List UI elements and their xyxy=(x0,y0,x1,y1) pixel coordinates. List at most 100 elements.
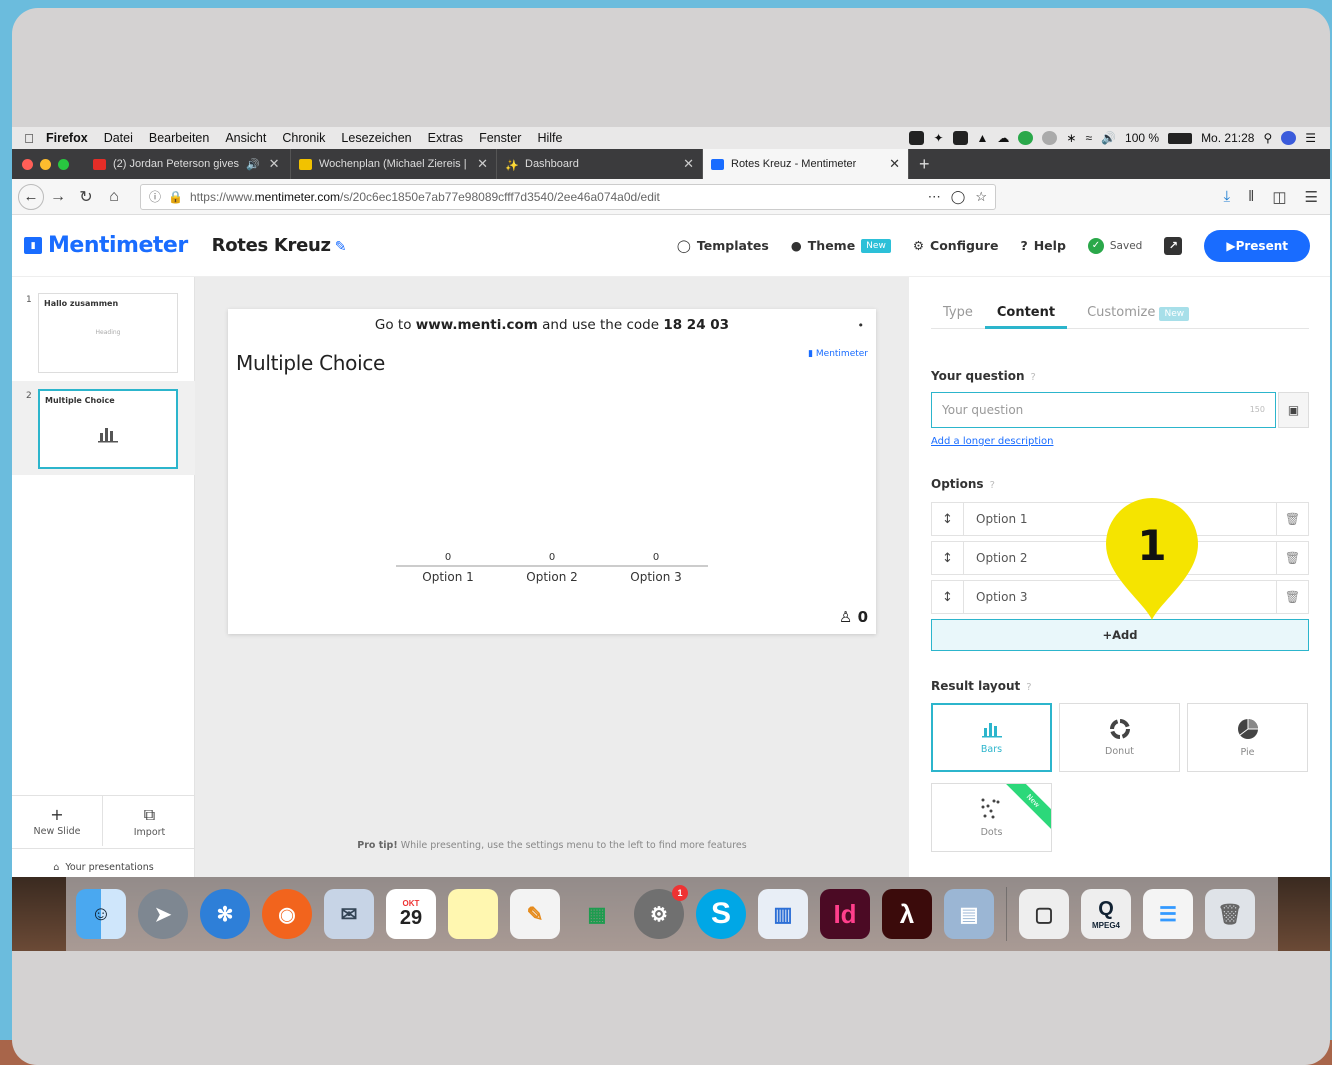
upload-icon[interactable]: ▲ xyxy=(977,131,989,145)
slide-item[interactable]: 1 Hallo zusammen Heading xyxy=(12,285,195,379)
slide-preview[interactable]: Go to www.menti.com and use the code 18 … xyxy=(228,309,876,634)
close-tab-icon[interactable]: ✕ xyxy=(683,156,694,172)
page-actions-icon[interactable]: ⋯ xyxy=(928,189,941,205)
close-tab-icon[interactable]: ✕ xyxy=(889,156,900,172)
downloads-stack-icon[interactable]: ☰ xyxy=(1143,889,1193,939)
trash-icon[interactable]: 🗑 xyxy=(1205,889,1255,939)
sync-status-icon[interactable] xyxy=(1042,131,1058,145)
tab-customize[interactable]: Customize New xyxy=(1075,299,1201,329)
add-image-button[interactable]: ▣ xyxy=(1278,392,1309,428)
acrobat-icon[interactable]: λ xyxy=(882,889,932,939)
indesign-icon[interactable]: Id xyxy=(820,889,870,939)
wifi-icon[interactable]: ≈ xyxy=(1085,131,1092,145)
close-tab-icon[interactable]: ✕ xyxy=(477,156,488,172)
configure-button[interactable]: ⚙ Configure xyxy=(913,238,999,253)
mail-icon[interactable]: ✉ xyxy=(324,889,374,939)
slide-item-selected[interactable]: 2 Multiple Choice xyxy=(12,381,195,475)
trash-icon[interactable]: 🗑 xyxy=(1276,542,1308,574)
cloud-icon[interactable]: ☁ xyxy=(997,131,1009,145)
info-icon[interactable]: ⓘ xyxy=(149,188,161,205)
help-question-icon[interactable]: ? xyxy=(1031,372,1036,383)
skype-status-icon[interactable] xyxy=(909,131,925,145)
numbers-icon[interactable]: ▦ xyxy=(572,889,622,939)
add-description-link[interactable]: Add a longer description xyxy=(931,436,1053,447)
menubar-clock[interactable]: Mo. 21:28 xyxy=(1201,131,1254,145)
preview-icon[interactable]: ▤ xyxy=(944,889,994,939)
slide-thumbnail[interactable]: Multiple Choice xyxy=(38,389,178,469)
tab-youtube[interactable]: (2) Jordan Peterson gives 🔊 ✕ xyxy=(85,149,291,179)
apple-icon[interactable]:  xyxy=(12,131,46,146)
hamburger-menu-icon[interactable]: ☰ xyxy=(1305,188,1318,206)
home-button[interactable]: ⌂ xyxy=(100,188,128,206)
drag-handle-icon[interactable]: ↕ xyxy=(932,503,964,535)
archive-utility-icon[interactable]: ▢ xyxy=(1019,889,1069,939)
tab-type[interactable]: Type xyxy=(931,299,985,329)
system-preferences-icon[interactable]: ⚙ 1 xyxy=(634,885,688,939)
keynote-icon[interactable]: ▥ xyxy=(758,889,808,939)
close-window-icon[interactable] xyxy=(22,158,33,170)
present-button[interactable]: ▶Present xyxy=(1204,229,1310,262)
zoom-window-icon[interactable] xyxy=(58,158,69,170)
back-button[interactable]: ← xyxy=(18,183,44,210)
drag-handle-icon[interactable]: ↕ xyxy=(932,542,964,574)
calendar-icon[interactable]: OKT 29 xyxy=(386,889,436,939)
close-tab-icon[interactable]: ✕ xyxy=(269,156,280,172)
url-bar[interactable]: ⓘ 🔒 https://www.mentimeter.com/s/20c6ec1… xyxy=(140,183,996,210)
notes-icon[interactable] xyxy=(448,889,498,939)
lock-icon[interactable]: 🔒 xyxy=(168,190,183,204)
tab-wochenplan[interactable]: Wochenplan (Michael Ziereis | ✕ xyxy=(291,149,497,179)
layout-dots[interactable]: New Dots xyxy=(931,783,1052,852)
volume-icon[interactable]: 🔊 xyxy=(1101,131,1116,145)
menu-fenster[interactable]: Fenster xyxy=(479,131,521,145)
trash-icon[interactable]: 🗑 xyxy=(1276,581,1308,613)
menu-extras[interactable]: Extras xyxy=(428,131,463,145)
checkmark-status-icon[interactable] xyxy=(1018,131,1034,145)
new-tab-icon[interactable]: + xyxy=(919,154,930,175)
pages-icon[interactable]: ✎ xyxy=(510,889,560,939)
menu-ansicht[interactable]: Ansicht xyxy=(225,131,266,145)
help-question-icon[interactable]: ? xyxy=(1026,682,1031,693)
menu-firefox[interactable]: Firefox xyxy=(46,131,88,145)
skype-icon[interactable]: S xyxy=(696,889,746,939)
download-icon[interactable]: ⤓ xyxy=(1224,188,1231,206)
menu-chronik[interactable]: Chronik xyxy=(282,131,325,145)
mpeg4-file-icon[interactable]: Q MPEG4 xyxy=(1081,889,1131,939)
pocket-icon[interactable]: ◯ xyxy=(951,189,966,205)
open-external-icon[interactable]: ↗ xyxy=(1164,236,1183,255)
wd-drive-icon[interactable] xyxy=(952,131,968,145)
trash-icon[interactable]: 🗑 xyxy=(1276,503,1308,535)
sidebar-toggle-icon[interactable]: ◫ xyxy=(1272,188,1286,206)
minimize-window-icon[interactable] xyxy=(40,158,51,170)
menu-bearbeiten[interactable]: Bearbeiten xyxy=(149,131,209,145)
question-input[interactable]: Your question 150 xyxy=(931,392,1276,428)
help-question-icon[interactable]: ? xyxy=(990,480,995,491)
forward-button[interactable]: → xyxy=(44,188,72,206)
presentation-title[interactable]: Rotes Kreuz ✎ xyxy=(212,235,347,256)
spotlight-search-icon[interactable]: ⚲ xyxy=(1263,131,1272,145)
new-slide-button[interactable]: + New Slide xyxy=(12,796,103,846)
layout-bars[interactable]: Bars xyxy=(931,703,1052,772)
notification-center-icon[interactable]: ☰ xyxy=(1305,131,1316,145)
dropbox-icon[interactable]: ✦ xyxy=(933,131,943,145)
layout-donut[interactable]: Donut xyxy=(1059,703,1180,772)
layout-pie[interactable]: Pie xyxy=(1187,703,1308,772)
mentimeter-logo[interactable]: ▮ Mentimeter xyxy=(24,233,188,258)
tab-content[interactable]: Content xyxy=(984,299,1068,329)
menu-hilfe[interactable]: Hilfe xyxy=(537,131,562,145)
help-button[interactable]: ? Help xyxy=(1020,238,1065,253)
reload-button[interactable]: ↻ xyxy=(72,187,100,207)
tab-dashboard[interactable]: ✨ Dashboard ✕ xyxy=(497,149,703,179)
pencil-icon[interactable]: ✎ xyxy=(335,239,347,255)
tab-mentimeter[interactable]: Rotes Kreuz - Mentimeter ✕ xyxy=(703,149,909,179)
library-icon[interactable]: ‖ xyxy=(1248,188,1254,206)
battery-percent[interactable]: 100 % xyxy=(1125,131,1159,145)
import-button[interactable]: ⧉ Import xyxy=(104,796,195,846)
theme-button[interactable]: ● Theme New xyxy=(791,238,891,253)
firefox-icon[interactable]: ◉ xyxy=(262,889,312,939)
finder-icon[interactable]: ☺ xyxy=(76,889,126,939)
speaker-icon[interactable]: 🔊 xyxy=(246,158,260,171)
bookmark-star-icon[interactable]: ☆ xyxy=(975,189,987,205)
templates-button[interactable]: ◯ Templates xyxy=(677,238,769,253)
user-avatar-icon[interactable] xyxy=(1281,131,1297,145)
launchpad-icon[interactable]: ➤ xyxy=(138,889,188,939)
